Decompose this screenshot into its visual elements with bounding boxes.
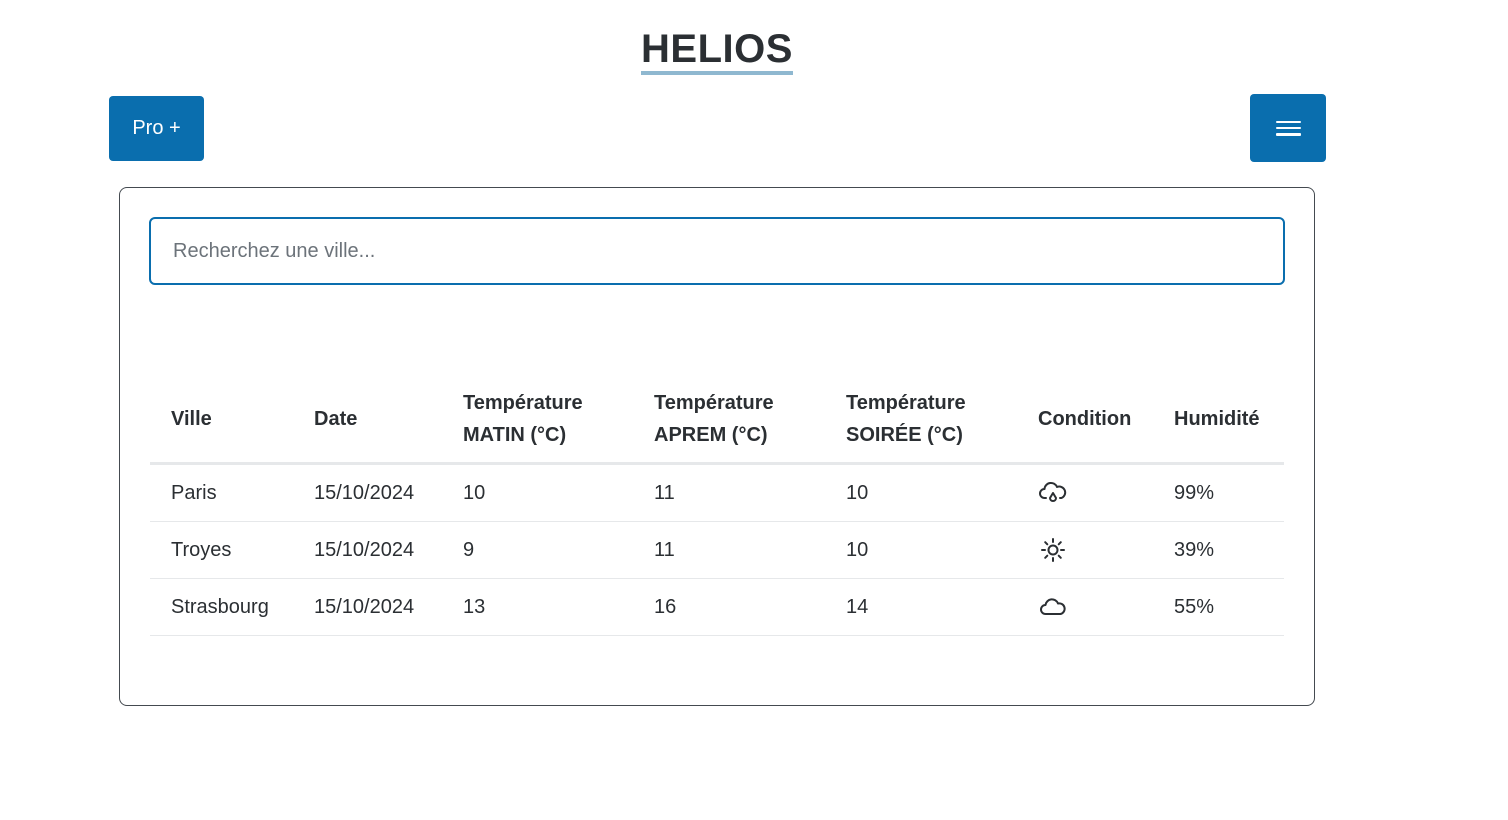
cell-temp-aprem: 16 xyxy=(633,578,825,636)
column-header-temp-matin: Température MATIN (°C) xyxy=(442,376,633,465)
cloud-rain-icon xyxy=(1038,478,1068,508)
city-search-input[interactable] xyxy=(149,217,1285,285)
column-header-condition: Condition xyxy=(1017,376,1153,465)
cell-temp-matin: 9 xyxy=(442,521,633,579)
app-title: HELIOS xyxy=(0,24,1434,75)
cell-ville: Troyes xyxy=(150,521,293,579)
cell-ville: Strasbourg xyxy=(150,578,293,636)
cell-humidite: 39% xyxy=(1153,521,1284,579)
cell-temp-aprem: 11 xyxy=(633,521,825,579)
cloud-icon xyxy=(1038,592,1068,622)
cell-temp-matin: 13 xyxy=(442,578,633,636)
app-title-text: HELIOS xyxy=(641,27,793,75)
table-row: Strasbourg 15/10/2024 13 16 14 55% xyxy=(150,578,1284,636)
cell-temp-soiree: 10 xyxy=(825,463,1017,522)
cell-humidite: 55% xyxy=(1153,578,1284,636)
pro-plus-button[interactable]: Pro + xyxy=(109,96,204,161)
cell-date: 15/10/2024 xyxy=(293,463,442,522)
hamburger-menu-icon xyxy=(1275,120,1301,136)
weather-table: Ville Date Température MATIN (°C) Tempéra… xyxy=(150,376,1284,636)
cell-condition xyxy=(1017,463,1153,522)
cell-date: 15/10/2024 xyxy=(293,578,442,636)
cell-date: 15/10/2024 xyxy=(293,521,442,579)
column-header-temp-aprem: Température APREM (°C) xyxy=(633,376,825,465)
cell-temp-soiree: 10 xyxy=(825,521,1017,579)
menu-button[interactable] xyxy=(1250,94,1326,162)
column-header-humidite: Humidité xyxy=(1153,376,1284,465)
table-row: Paris 15/10/2024 10 11 10 99% xyxy=(150,463,1284,522)
cell-ville: Paris xyxy=(150,463,293,522)
cell-temp-soiree: 14 xyxy=(825,578,1017,636)
weather-card: Ville Date TempératureMATIN (°C) Tempéra… xyxy=(119,187,1315,706)
table-row: Troyes 15/10/2024 9 11 10 39% xyxy=(150,521,1284,579)
page: HELIOS Pro + Ville Date TempératureMATIN… xyxy=(0,0,1508,820)
cell-condition xyxy=(1017,578,1153,636)
column-header-date: Date xyxy=(293,376,442,465)
sun-icon xyxy=(1038,535,1068,565)
cell-temp-matin: 10 xyxy=(442,463,633,522)
cell-temp-aprem: 11 xyxy=(633,463,825,522)
column-header-ville: Ville xyxy=(150,376,293,465)
cell-humidite: 99% xyxy=(1153,463,1284,522)
cell-condition xyxy=(1017,521,1153,579)
column-header-temp-soiree: Température SOIRÉE (°C) xyxy=(825,376,1017,465)
table-header-row: Ville Date Température MATIN (°C) Tempéra… xyxy=(150,376,1284,465)
